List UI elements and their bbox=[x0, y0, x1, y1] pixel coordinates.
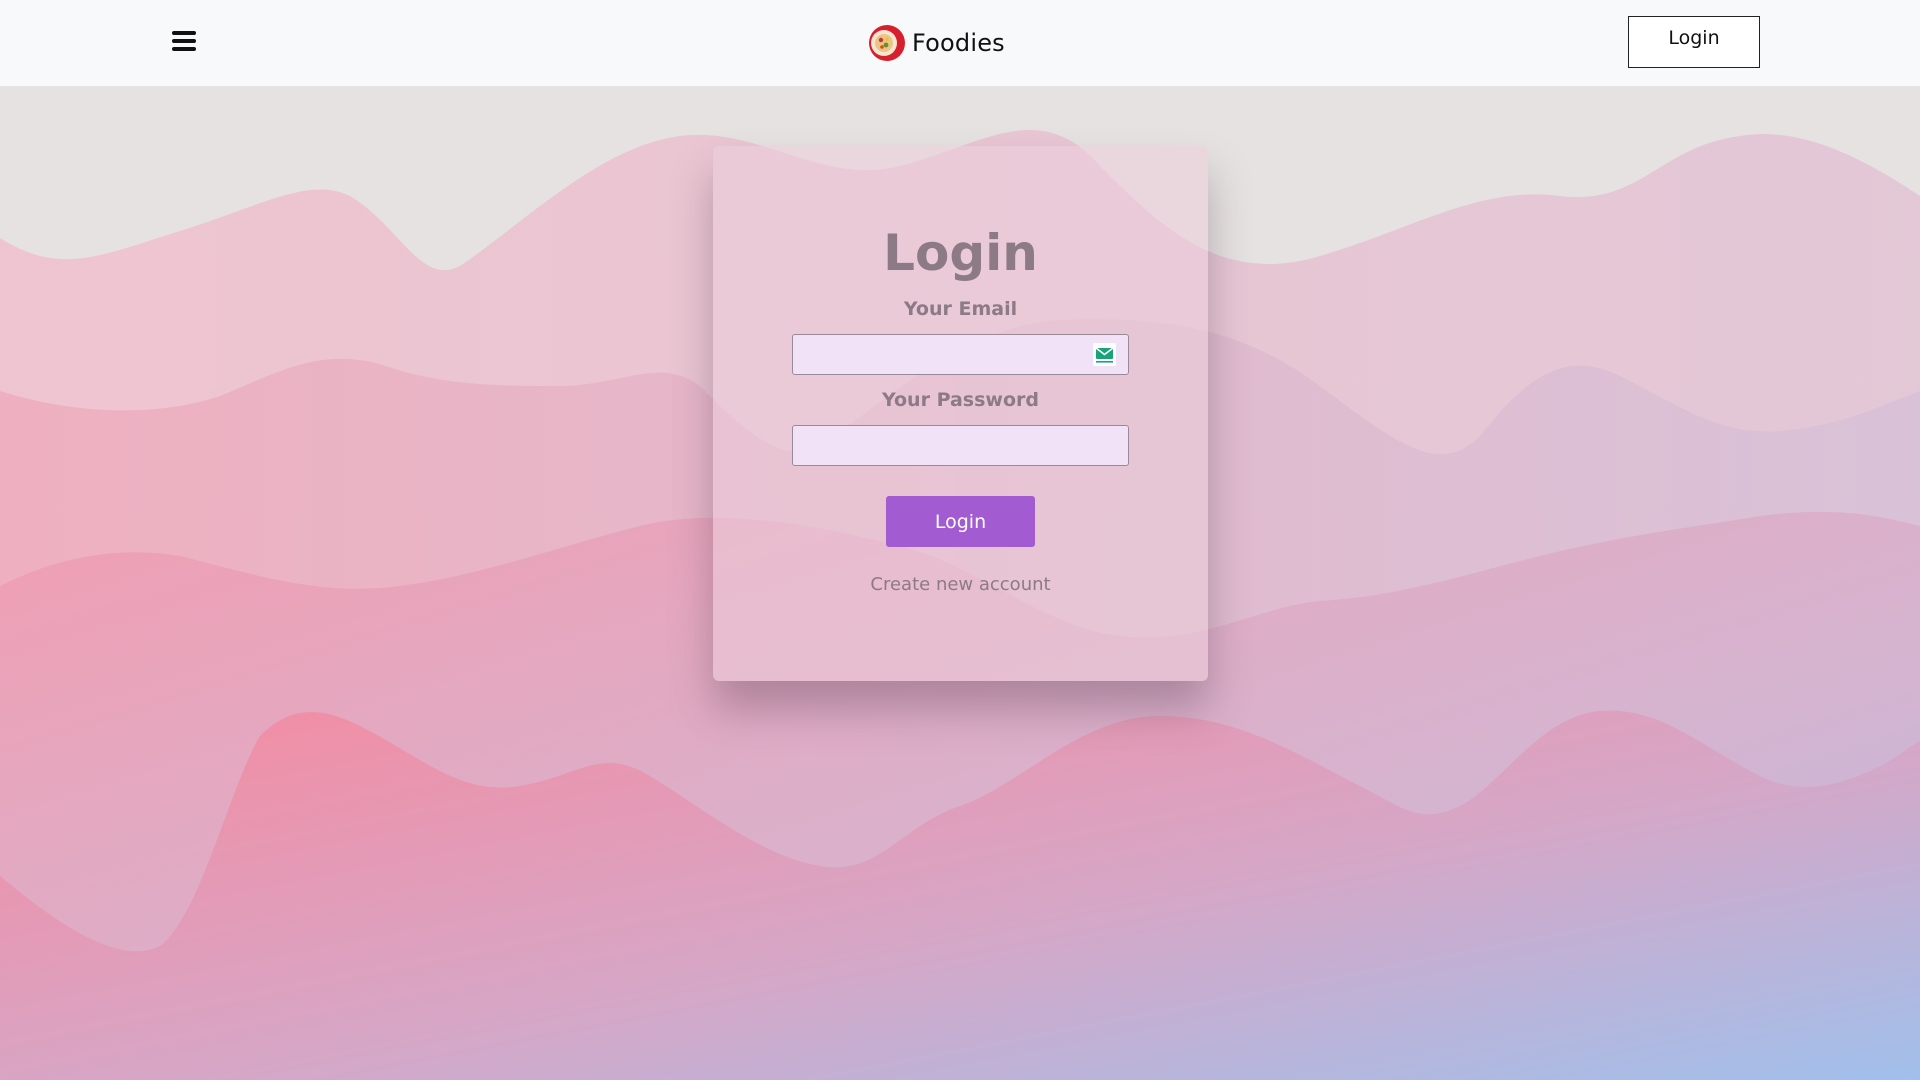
login-card: Login Your Email Your Password Login Cre… bbox=[713, 146, 1208, 681]
brand-link[interactable]: Foodies bbox=[868, 22, 1005, 64]
brand-name: Foodies bbox=[912, 29, 1005, 57]
food-bowl-logo-icon bbox=[869, 25, 905, 61]
top-navbar: Foodies Login bbox=[0, 0, 1920, 86]
create-account-link[interactable]: Create new account bbox=[713, 574, 1208, 595]
navbar-login-button[interactable]: Login bbox=[1628, 16, 1760, 68]
email-field[interactable] bbox=[792, 334, 1129, 375]
password-field[interactable] bbox=[792, 425, 1129, 466]
password-label: Your Password bbox=[881, 389, 1039, 411]
email-label: Your Email bbox=[903, 298, 1018, 320]
login-title: Login bbox=[883, 224, 1038, 282]
email-extension-icon[interactable] bbox=[1093, 343, 1116, 366]
login-submit-button[interactable]: Login bbox=[886, 496, 1035, 547]
hamburger-menu-icon[interactable] bbox=[172, 29, 198, 55]
